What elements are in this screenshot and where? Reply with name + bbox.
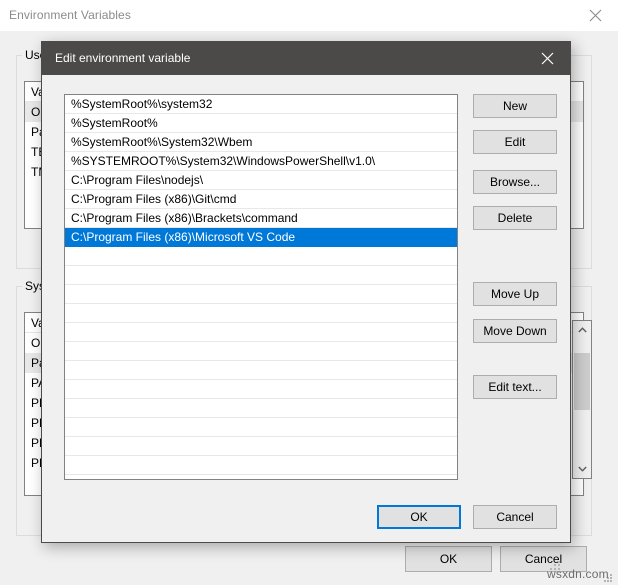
list-item-empty[interactable]: [65, 304, 457, 323]
list-item[interactable]: C:\Program Files (x86)\Git\cmd: [65, 190, 457, 209]
list-item-empty[interactable]: [65, 361, 457, 380]
edit-environment-variable-dialog: Edit environment variable %SystemRoot%\s…: [41, 41, 571, 570]
close-icon[interactable]: [525, 42, 570, 75]
list-item[interactable]: %SystemRoot%\System32\Wbem: [65, 133, 457, 152]
chevron-up-icon[interactable]: [573, 321, 591, 339]
new-button[interactable]: New: [473, 94, 557, 118]
path-entries-listbox[interactable]: %SystemRoot%\system32 %SystemRoot% %Syst…: [64, 94, 458, 480]
list-item-empty[interactable]: [65, 266, 457, 285]
modal-titlebar: Edit environment variable: [42, 42, 570, 75]
edit-text-button[interactable]: Edit text...: [473, 375, 557, 399]
delete-button[interactable]: Delete: [473, 206, 557, 230]
background-window-titlebar: Environment Variables: [0, 0, 618, 32]
modal-cancel-button[interactable]: Cancel: [473, 505, 557, 529]
list-item-empty[interactable]: [65, 437, 457, 456]
list-item-selected[interactable]: C:\Program Files (x86)\Microsoft VS Code: [65, 228, 457, 247]
list-item-empty[interactable]: [65, 399, 457, 418]
list-item[interactable]: %SystemRoot%\system32: [65, 95, 457, 114]
background-window-title: Environment Variables: [9, 8, 131, 22]
system-variables-scrollbar[interactable]: [572, 320, 592, 479]
list-item-empty[interactable]: [65, 285, 457, 304]
list-item-empty[interactable]: [65, 342, 457, 361]
list-item[interactable]: C:\Program Files\nodejs\: [65, 171, 457, 190]
edit-button[interactable]: Edit: [473, 130, 557, 154]
background-ok-button[interactable]: OK: [405, 546, 492, 572]
list-item-empty[interactable]: [65, 418, 457, 437]
modal-resize-grip[interactable]: [550, 560, 562, 572]
close-icon[interactable]: [572, 0, 618, 30]
list-item-empty[interactable]: [65, 247, 457, 266]
chevron-down-icon[interactable]: [573, 460, 591, 478]
scrollbar-thumb[interactable]: [574, 353, 590, 410]
browse-button[interactable]: Browse...: [473, 170, 557, 194]
modal-ok-button[interactable]: OK: [377, 505, 461, 529]
list-item-empty[interactable]: [65, 380, 457, 399]
modal-title: Edit environment variable: [55, 51, 191, 65]
move-up-button[interactable]: Move Up: [473, 282, 557, 306]
move-down-button[interactable]: Move Down: [473, 319, 557, 343]
list-item[interactable]: %SYSTEMROOT%\System32\WindowsPowerShell\…: [65, 152, 457, 171]
list-item-empty[interactable]: [65, 456, 457, 475]
modal-body: %SystemRoot%\system32 %SystemRoot% %Syst…: [42, 75, 570, 570]
list-item[interactable]: %SystemRoot%: [65, 114, 457, 133]
list-item-empty[interactable]: [65, 323, 457, 342]
list-item[interactable]: C:\Program Files (x86)\Brackets\command: [65, 209, 457, 228]
